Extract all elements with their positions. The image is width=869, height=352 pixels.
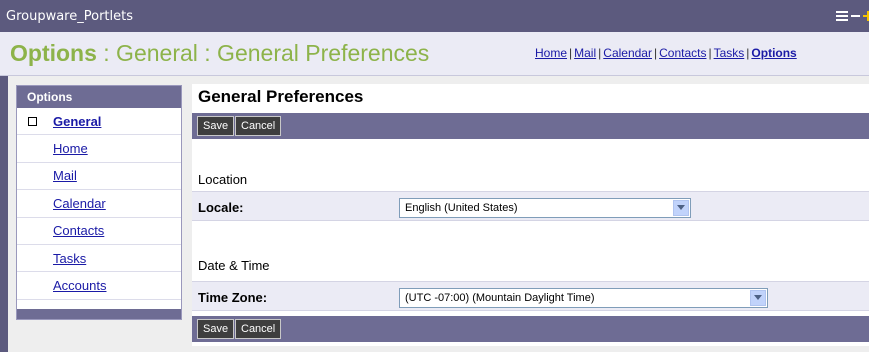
left-border bbox=[0, 76, 8, 352]
dropdown-arrow-icon[interactable] bbox=[673, 200, 689, 216]
sidebar-item-label[interactable]: Accounts bbox=[53, 278, 106, 293]
save-button[interactable]: Save bbox=[197, 116, 235, 136]
sidebar-item-mail[interactable]: Mail bbox=[17, 163, 181, 191]
timezone-select[interactable]: (UTC -07:00) (Mountain Daylight Time) bbox=[399, 288, 768, 308]
top-nav-tasks[interactable]: Tasks bbox=[714, 46, 745, 60]
top-nav-calendar[interactable]: Calendar bbox=[603, 46, 652, 60]
save-button[interactable]: Save bbox=[197, 319, 235, 339]
sidebar-item-label[interactable]: Calendar bbox=[53, 196, 106, 211]
section-title: General Preferences bbox=[198, 87, 364, 106]
maximize-icon[interactable] bbox=[863, 10, 869, 22]
top-nav-contacts[interactable]: Contacts bbox=[659, 46, 706, 60]
locale-select[interactable]: English (United States) bbox=[399, 198, 691, 218]
top-nav-options[interactable]: Options bbox=[751, 46, 796, 60]
sidebar-header: Options bbox=[17, 86, 181, 108]
page-title: Options : General : General Preferences bbox=[10, 40, 429, 67]
sidebar-item-label[interactable]: Contacts bbox=[53, 223, 104, 238]
button-bar-bottom: Save Cancel bbox=[192, 316, 869, 342]
button-bar-top: Save Cancel bbox=[192, 113, 869, 139]
location-heading: Location bbox=[198, 172, 248, 187]
top-nav: Home | Mail | Calendar | Contacts | Tasks | Option… bbox=[535, 46, 797, 60]
sidebar-footer bbox=[17, 309, 181, 319]
datetime-heading: Date & Time bbox=[198, 258, 270, 273]
locale-row: Locale: English (United States) bbox=[192, 191, 869, 221]
sidebar-item-accounts[interactable]: Accounts bbox=[17, 272, 181, 300]
dropdown-arrow-icon[interactable] bbox=[750, 290, 766, 306]
top-nav-home[interactable]: Home bbox=[535, 46, 567, 60]
sidebar-item-label[interactable]: Tasks bbox=[53, 251, 86, 266]
sidebar-item-calendar[interactable]: Calendar bbox=[17, 190, 181, 218]
page-title-path: : General : General Preferences bbox=[96, 40, 430, 66]
sidebar-item-label[interactable]: Mail bbox=[53, 168, 77, 183]
nav-separator: | bbox=[708, 46, 712, 60]
minimize-icon[interactable] bbox=[851, 15, 860, 17]
portlet-title: Groupware_Portlets bbox=[6, 8, 133, 24]
sidebar-item-label[interactable]: General bbox=[53, 114, 101, 129]
titlebar-controls bbox=[836, 9, 869, 23]
list-icon[interactable] bbox=[836, 11, 848, 21]
sidebar-item-label[interactable]: Home bbox=[53, 141, 88, 156]
sidebar-item-contacts[interactable]: Contacts bbox=[17, 218, 181, 245]
locale-value: English (United States) bbox=[405, 202, 518, 214]
sidebar-item-home[interactable]: Home bbox=[17, 135, 181, 163]
options-sidebar: Options General Home Mail Calendar Conta… bbox=[16, 85, 182, 320]
top-nav-mail[interactable]: Mail bbox=[574, 46, 596, 60]
sidebar-item-general[interactable]: General bbox=[17, 108, 181, 136]
portlet-titlebar: Groupware_Portlets bbox=[0, 0, 869, 32]
locale-label: Locale: bbox=[198, 200, 244, 215]
cancel-button[interactable]: Cancel bbox=[235, 116, 282, 136]
timezone-value: (UTC -07:00) (Mountain Daylight Time) bbox=[405, 292, 595, 304]
page-header: Options : General : General Preferences … bbox=[0, 32, 869, 76]
page-title-section: Options bbox=[10, 40, 97, 66]
timezone-row: Time Zone: (UTC -07:00) (Mountain Daylig… bbox=[192, 281, 869, 311]
cancel-button[interactable]: Cancel bbox=[235, 319, 282, 339]
bullet-square-icon bbox=[28, 117, 37, 126]
sidebar-item-tasks[interactable]: Tasks bbox=[17, 245, 181, 273]
preferences-panel: General Preferences Save Cancel Location… bbox=[192, 84, 869, 346]
timezone-label: Time Zone: bbox=[198, 290, 268, 305]
